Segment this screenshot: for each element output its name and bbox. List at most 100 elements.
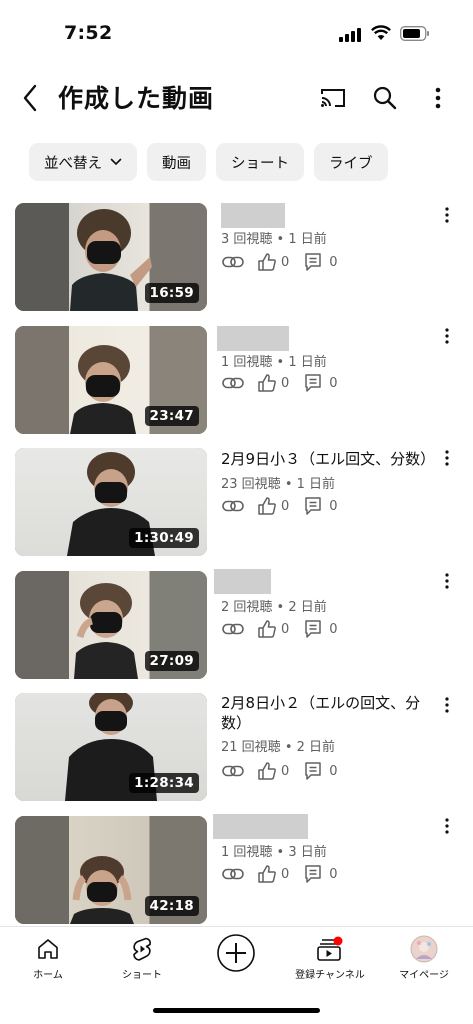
thumbnail-person-image [70, 209, 152, 311]
video-thumbnail[interactable]: 1:28:34 [15, 693, 207, 801]
video-more-button[interactable] [437, 444, 457, 472]
nav-label: マイページ [399, 970, 449, 981]
video-title[interactable]: 2月8日小２（エルの回文、分数） [221, 693, 435, 733]
more-vert-icon [445, 207, 449, 223]
more-options-button[interactable] [420, 80, 456, 116]
video-more-button[interactable] [437, 201, 457, 229]
more-vert-icon [445, 450, 449, 466]
view-count: 1 回視聴 [221, 845, 273, 860]
chip-label: ショート [231, 155, 289, 172]
comment-icon [301, 618, 325, 640]
meta-separator: • [276, 232, 285, 247]
like-count: 0 [281, 254, 290, 270]
video-more-button[interactable] [437, 322, 457, 350]
video-stats: 0 0 [221, 251, 338, 273]
comment-icon [301, 372, 325, 394]
chip-label: ライブ [329, 155, 373, 172]
more-vert-icon [435, 87, 441, 109]
view-count: 23 回視聴 [221, 477, 281, 492]
status-time: 7:52 [64, 22, 113, 44]
comment-count: 0 [329, 254, 338, 270]
link-icon[interactable] [221, 251, 245, 273]
video-item[interactable]: 1:30:49 2月9日小３（エル回文、分数） 23 回視聴 • 1 日前 0 … [0, 448, 473, 556]
video-item[interactable]: 1:28:34 2月8日小２（エルの回文、分数） 21 回視聴 • 2 日前 0… [0, 693, 473, 801]
view-count: 21 回視聴 [221, 740, 281, 755]
video-title[interactable]: 2月9日小３（エル回文、分数） [221, 449, 437, 469]
video-meta: 2 回視聴 • 2 日前 [221, 596, 327, 615]
subscriptions-icon [316, 935, 344, 963]
upload-age: 1 日前 [288, 355, 327, 370]
video-duration: 23:47 [144, 406, 199, 426]
video-stats: 0 0 [221, 760, 338, 782]
view-count: 2 回視聴 [221, 600, 273, 615]
video-thumbnail[interactable]: 23:47 [15, 326, 207, 434]
search-icon [373, 86, 397, 110]
comment-icon [301, 495, 325, 517]
create-button[interactable] [196, 933, 276, 973]
redacted-title [217, 326, 289, 351]
chip-label: 並べ替え [44, 155, 102, 172]
video-thumbnail[interactable]: 27:09 [15, 571, 207, 679]
shorts-icon [131, 935, 153, 963]
thumbnail-person-image [74, 583, 138, 679]
comment-count: 0 [329, 375, 338, 391]
video-duration: 1:28:34 [129, 773, 199, 793]
upload-age: 2 日前 [296, 740, 336, 755]
nav-shorts[interactable]: ショート [102, 935, 182, 981]
video-duration: 42:18 [144, 896, 199, 916]
video-item[interactable]: 27:09 2 回視聴 • 2 日前 0 0 [0, 569, 473, 679]
avatar [410, 935, 438, 963]
chip-videos[interactable]: 動画 [147, 143, 206, 181]
comment-icon [301, 760, 325, 782]
plus-circle-icon [216, 933, 256, 973]
search-button[interactable] [367, 80, 403, 116]
redacted-title [221, 203, 285, 228]
comment-icon [301, 251, 325, 273]
nav-label: 登録チャンネル [295, 970, 365, 981]
link-icon[interactable] [221, 863, 245, 885]
comment-count: 0 [329, 621, 338, 637]
cellular-signal-icon [339, 28, 363, 42]
video-item[interactable]: 23:47 1 回視聴 • 1 日前 0 0 [0, 326, 473, 434]
cast-button[interactable] [315, 80, 351, 116]
video-meta: 23 回視聴 • 1 日前 [221, 473, 335, 492]
video-thumbnail[interactable]: 16:59 [15, 203, 207, 311]
like-count: 0 [281, 763, 290, 779]
upload-age: 1 日前 [296, 477, 336, 492]
nav-label: ショート [122, 970, 162, 981]
view-count: 1 回視聴 [221, 355, 273, 370]
video-stats: 0 0 [221, 618, 338, 640]
video-meta: 3 回視聴 • 1 日前 [221, 228, 327, 247]
comment-count: 0 [329, 866, 338, 882]
video-duration: 1:30:49 [129, 528, 199, 548]
video-more-button[interactable] [437, 567, 457, 595]
nav-subscriptions[interactable]: 登録チャンネル [290, 935, 370, 981]
link-icon[interactable] [221, 372, 245, 394]
back-button[interactable] [14, 80, 46, 116]
video-thumbnail[interactable]: 1:30:49 [15, 448, 207, 556]
video-more-button[interactable] [437, 691, 457, 719]
chip-sort[interactable]: 並べ替え [29, 143, 137, 181]
link-icon[interactable] [221, 618, 245, 640]
chip-live[interactable]: ライブ [314, 143, 388, 181]
video-more-button[interactable] [437, 812, 457, 840]
nav-home[interactable]: ホーム [8, 935, 88, 981]
chevron-left-icon [23, 84, 37, 112]
filter-chips: 並べ替え 動画 ショート ライブ [29, 143, 388, 181]
nav-you[interactable]: マイページ [384, 935, 464, 981]
link-icon[interactable] [221, 760, 245, 782]
nav-label: ホーム [33, 970, 63, 981]
link-icon[interactable] [221, 495, 245, 517]
video-thumbnail[interactable]: 42:18 [15, 816, 207, 924]
video-item[interactable]: 16:59 3 回視聴 • 1 日前 0 0 [0, 203, 473, 311]
like-count: 0 [281, 375, 290, 391]
video-duration: 16:59 [144, 283, 199, 303]
video-item[interactable]: 42:18 1 回視聴 • 3 日前 0 0 [0, 814, 473, 924]
thumb-up-icon [255, 618, 279, 640]
chip-shorts[interactable]: ショート [216, 143, 304, 181]
comment-count: 0 [329, 498, 338, 514]
comment-count: 0 [329, 763, 338, 779]
meta-separator: • [276, 845, 285, 860]
thumb-up-icon [255, 760, 279, 782]
status-bar: 7:52 [0, 0, 473, 62]
